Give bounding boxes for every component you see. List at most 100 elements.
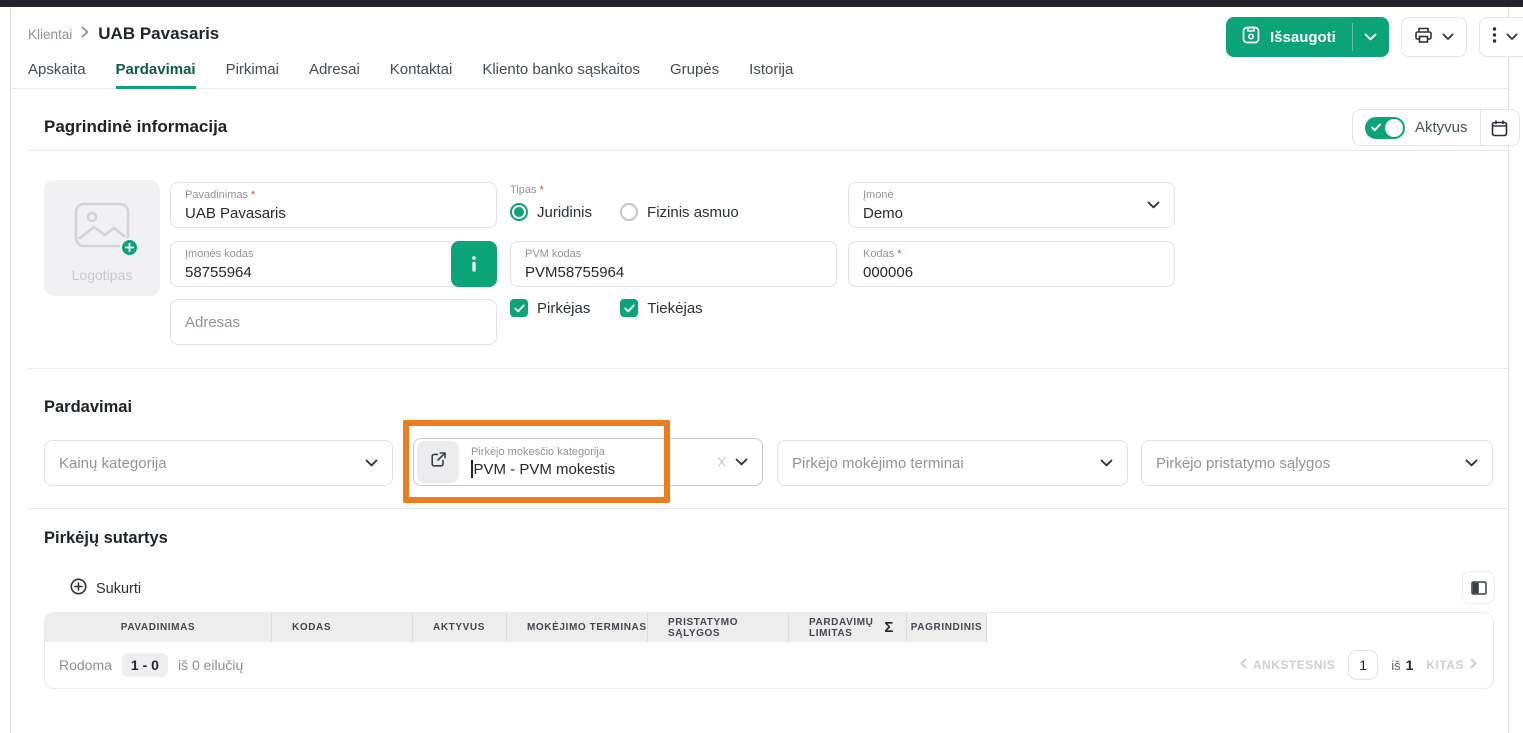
active-toggle-label: Aktyvus <box>1415 119 1468 136</box>
pvm-kodas-value[interactable]: PVM58755964 <box>525 263 822 283</box>
kainu-kategorija-select[interactable]: Kainų kategorija <box>44 440 393 486</box>
adresas-placeholder: Adresas <box>185 314 482 331</box>
kebab-icon <box>1492 27 1497 48</box>
clear-icon[interactable]: X <box>717 455 726 470</box>
checkbox-checked-icon[interactable] <box>510 299 528 317</box>
toggle-switch-on[interactable] <box>1365 117 1405 139</box>
column-header-pardavimu-limitas[interactable]: PARDAVIMŲ LIMITAS Σ <box>789 613 907 642</box>
chevron-down-icon[interactable] <box>1465 454 1478 472</box>
save-button-label: Išsaugoti <box>1270 29 1336 46</box>
page-title: UAB Pavasaris <box>98 24 219 44</box>
section-divider <box>28 368 1508 369</box>
top-dark-strip <box>0 0 1523 7</box>
checkbox-tiekejas[interactable]: Tiekėjas <box>620 299 702 317</box>
logo-label: Logotipas <box>44 267 160 283</box>
tipas-radio-group: Juridinis Fizinis asmuo <box>510 203 739 221</box>
pavadinimas-value[interactable]: UAB Pavasaris <box>185 204 482 224</box>
chevron-down-icon[interactable] <box>1100 454 1113 472</box>
save-button[interactable]: Išsaugoti <box>1226 17 1389 57</box>
radio-selected-icon[interactable] <box>510 203 528 221</box>
chevron-down-icon[interactable] <box>365 454 378 472</box>
checkbox-checked-icon[interactable] <box>620 299 638 317</box>
radio-unselected-icon[interactable] <box>620 203 638 221</box>
section-divider <box>28 508 1508 509</box>
section-divider <box>28 150 1508 151</box>
pristatymo-salygos-select[interactable]: Pirkėjo pristatymo sąlygos <box>1141 440 1493 486</box>
tab-kontaktai[interactable]: Kontaktai <box>390 58 453 88</box>
column-header-aktyvus[interactable]: AKTYVUS <box>413 613 507 642</box>
tax-category-value[interactable]: PVM - PVM mokestis <box>474 460 616 479</box>
save-icon <box>1242 26 1260 48</box>
column-settings-button[interactable] <box>1462 571 1495 604</box>
imone-label: Įmonė <box>863 189 1160 202</box>
open-tax-category-button[interactable] <box>417 441 459 483</box>
pavadinimas-field[interactable]: Pavadinimas* UAB Pavasaris <box>170 182 497 228</box>
company-info-button[interactable] <box>451 241 497 287</box>
tab-pirkimai[interactable]: Pirkimai <box>226 58 279 88</box>
kodas-value[interactable]: 000006 <box>863 263 1160 283</box>
pardavimai-title: Pardavimai <box>44 398 132 417</box>
tab-istorija[interactable]: Istorija <box>749 58 793 88</box>
column-header-kodas[interactable]: KODAS <box>272 613 413 642</box>
print-button[interactable] <box>1401 17 1467 57</box>
column-header-mokejimo-terminas[interactable]: MOKĖJIMO TERMINAS <box>507 613 648 642</box>
sum-icon[interactable]: Σ <box>884 622 894 633</box>
chevron-down-icon[interactable] <box>735 453 748 471</box>
tab-apskaita[interactable]: Apskaita <box>28 58 86 88</box>
pavadinimas-label: Pavadinimas <box>185 189 248 202</box>
previous-page-button[interactable]: ANKSTESNIS <box>1240 658 1335 672</box>
text-cursor <box>471 460 473 478</box>
active-toggle[interactable]: Aktyvus <box>1353 117 1480 139</box>
pvm-kodas-label: PVM kodas <box>525 248 822 261</box>
mokejimo-terminai-placeholder: Pirkėjo mokėjimo terminai <box>792 455 1113 472</box>
imones-kodas-value[interactable]: 58755964 <box>185 263 482 283</box>
mokejimo-terminai-select[interactable]: Pirkėjo mokėjimo terminai <box>777 440 1128 486</box>
roles-checkbox-group: Pirkėjas Tiekėjas <box>510 299 703 317</box>
create-contract-button[interactable]: Sukurti <box>70 578 141 600</box>
circle-plus-icon <box>70 578 87 600</box>
breadcrumb-parent-link[interactable]: Klientai <box>28 27 72 42</box>
breadcrumb-chevron-icon <box>81 25 89 43</box>
table-header-row: PAVADINIMAS KODAS AKTYVUS MOKĖJIMO TERMI… <box>45 613 1493 642</box>
imone-value[interactable]: Demo <box>863 204 1160 224</box>
print-dropdown-chevron-icon[interactable] <box>1442 28 1454 46</box>
tipas-label: Tipas* <box>510 184 544 196</box>
page: Klientai UAB Pavasaris Išsaugoti <box>0 0 1523 733</box>
tab-kliento-banko-saskaitos[interactable]: Kliento banko sąskaitos <box>482 58 640 88</box>
tab-pardavimai[interactable]: Pardavimai <box>116 58 196 88</box>
imones-kodas-label: Įmonės kodas <box>185 248 482 261</box>
kodas-label: Kodas <box>863 248 894 261</box>
pvm-kodas-field[interactable]: PVM kodas PVM58755964 <box>510 241 837 287</box>
imone-select[interactable]: Įmonė Demo <box>848 182 1175 228</box>
column-header-pagrindinis[interactable]: PAGRINDINIS <box>907 613 987 642</box>
current-page-input[interactable]: 1 <box>1348 650 1378 680</box>
tax-category-combo[interactable]: Pirkėjo mokesčio kategorija PVM - PVM mo… <box>413 438 763 486</box>
kodas-field[interactable]: Kodas* 000006 <box>848 241 1175 287</box>
chevron-down-icon[interactable] <box>1147 196 1160 214</box>
page-count: iš1 <box>1391 657 1413 673</box>
logo-upload[interactable]: Logotipas <box>44 180 160 296</box>
main-info-title: Pagrindinė informacija <box>44 117 227 137</box>
printer-icon <box>1414 26 1433 49</box>
contracts-title: Pirkėjų sutartys <box>44 529 168 548</box>
tab-grupes[interactable]: Grupės <box>670 58 719 88</box>
radio-juridinis[interactable]: Juridinis <box>510 203 592 221</box>
radio-fizinis-asmuo[interactable]: Fizinis asmuo <box>620 203 739 221</box>
more-actions-button[interactable] <box>1479 17 1523 57</box>
column-header-pavadinimas[interactable]: PAVADINIMAS <box>45 613 272 642</box>
imones-kodas-field[interactable]: Įmonės kodas 58755964 <box>170 241 497 287</box>
next-page-button[interactable]: KITAS <box>1426 658 1477 672</box>
tab-bar: Apskaita Pardavimai Pirkimai Adresai Kon… <box>11 58 1508 89</box>
add-logo-plus-icon[interactable] <box>120 238 139 257</box>
save-dropdown-button[interactable] <box>1353 17 1389 57</box>
required-marker: * <box>251 189 255 202</box>
more-actions-chevron-icon[interactable] <box>1506 28 1518 46</box>
adresas-field[interactable]: Adresas <box>170 299 497 345</box>
column-header-pristatymo-salygos[interactable]: PRISTATYMO SĄLYGOS <box>648 613 789 642</box>
chevron-left-icon <box>1240 658 1247 672</box>
calendar-button[interactable] <box>1481 110 1519 145</box>
rows-range-badge: 1 - 0 <box>122 653 168 677</box>
tab-adresai[interactable]: Adresai <box>309 58 360 88</box>
checkbox-pirkejas[interactable]: Pirkėjas <box>510 299 590 317</box>
pristatymo-salygos-placeholder: Pirkėjo pristatymo sąlygos <box>1156 455 1478 472</box>
